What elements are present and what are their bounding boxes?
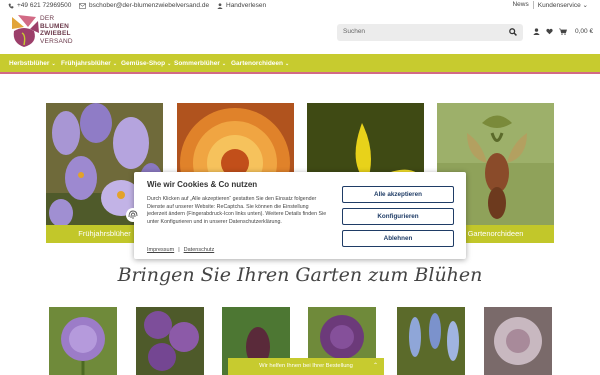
nav-item-sommerblueher[interactable]: Sommerblüher ⌄ xyxy=(174,60,226,67)
privacy-link[interactable]: Datenschutz xyxy=(184,247,215,253)
chevron-down-icon: ⌄ xyxy=(221,61,227,67)
nav-item-label: Herbstblüher xyxy=(9,60,50,67)
reject-button[interactable]: Ablehnen xyxy=(342,230,454,247)
chevron-down-icon: ⌄ xyxy=(167,61,172,67)
top-bar: +49 621 72969500 bschober@der-blumenzwie… xyxy=(0,0,600,11)
main-navigation: Herbstblüher ⌄ Frühjahrsblüher ⌄ Gemüse-Sh… xyxy=(0,54,600,74)
phone-contact[interactable]: +49 621 72969500 xyxy=(8,2,71,9)
customer-service-menu[interactable]: Kundenservice ⌄ xyxy=(532,1,592,9)
email-address: bschober@der-blumenzwiebelversand.de xyxy=(89,2,210,9)
search-icon[interactable] xyxy=(509,28,517,36)
product-image-white-allium[interactable] xyxy=(484,307,552,375)
cookie-dialog-links: Impressum | Datenschutz xyxy=(147,247,214,253)
nav-item-label: Gemüse-Shop xyxy=(121,60,166,67)
cookie-dialog-title: Wie wir Cookies & Co nutzen xyxy=(147,180,258,189)
white-allium-image xyxy=(484,307,552,375)
top-links: News Kundenservice ⌄ xyxy=(508,1,592,9)
nav-item-label: Frühjahrsblüher xyxy=(61,60,111,67)
help-banner-text: Wir helfen Ihnen bei Ihrer Bestellung xyxy=(259,363,353,369)
cookie-consent-dialog: Wie wir Cookies & Co nutzen Durch Klicke… xyxy=(134,172,466,259)
phone-icon xyxy=(8,3,14,8)
cart-icon[interactable] xyxy=(559,28,567,35)
logo-line-3: ZWIEBEL xyxy=(40,30,71,37)
logo-line-1: DER xyxy=(40,15,55,22)
page-headline: Bringen Sie Ihren Garten zum Blühen xyxy=(117,264,483,286)
mail-icon xyxy=(79,2,86,9)
accept-all-button[interactable]: Alle akzeptieren xyxy=(342,186,454,203)
fingerprint-icon[interactable] xyxy=(126,208,140,222)
allium-image xyxy=(49,307,117,375)
configure-button[interactable]: Konfigurieren xyxy=(342,208,454,225)
product-image-allium-2[interactable] xyxy=(136,307,204,375)
product-image-camassia[interactable] xyxy=(397,307,465,375)
chevron-down-icon: ⌄ xyxy=(285,61,290,67)
nav-item-herbstblueher[interactable]: Herbstblüher ⌄ xyxy=(9,60,56,67)
phone-number: +49 621 72969500 xyxy=(17,2,72,9)
account-icon[interactable] xyxy=(533,28,540,35)
nav-item-fruehjahrsblueher[interactable]: Frühjahrsblüher ⌄ xyxy=(61,60,117,67)
heart-icon[interactable] xyxy=(546,28,553,35)
allium-group-image xyxy=(136,307,204,375)
nav-item-label: Sommerblüher xyxy=(174,60,220,67)
handpicked-label: Handverlesen xyxy=(226,2,267,9)
logo-line-4: VERSAND xyxy=(40,37,73,45)
header-actions: 0,00 € xyxy=(533,28,593,35)
search-input[interactable]: Suchen xyxy=(337,24,523,41)
chevron-down-icon: ⌄ xyxy=(51,61,56,67)
news-link[interactable]: News xyxy=(508,1,532,9)
search-placeholder: Suchen xyxy=(343,28,366,35)
handpicked-info: Handverlesen xyxy=(217,2,266,9)
cookie-dialog-text: Durch Klicken auf „Alle akzeptieren“ ges… xyxy=(147,196,327,225)
email-contact[interactable]: bschober@der-blumenzwiebelversand.de xyxy=(79,2,209,9)
chevron-up-icon: ⌃ xyxy=(372,363,378,369)
chevron-down-icon: ⌄ xyxy=(112,61,118,67)
chevron-down-icon: ⌄ xyxy=(582,2,588,9)
cart-total[interactable]: 0,00 € xyxy=(575,28,593,35)
logo-wordmark[interactable]: DER BLUMEN ZWIEBEL VERSAND xyxy=(40,15,73,45)
logo-line-2: BLUMEN xyxy=(40,22,70,30)
link-separator: | xyxy=(178,247,180,253)
customer-service-label: Kundenservice xyxy=(537,2,581,9)
nav-item-label: Gartenorchideen xyxy=(231,60,284,67)
nav-item-gartenorchideen[interactable]: Gartenorchideen ⌄ xyxy=(231,60,289,67)
camassia-image xyxy=(397,307,465,375)
user-icon xyxy=(217,2,223,9)
imprint-link[interactable]: Impressum xyxy=(147,247,174,253)
product-image-allium-1[interactable] xyxy=(49,307,117,375)
nav-item-gemuese-shop[interactable]: Gemüse-Shop ⌄ xyxy=(121,60,171,67)
help-order-banner[interactable]: Wir helfen Ihnen bei Ihrer Bestellung ⌃ xyxy=(228,358,384,375)
